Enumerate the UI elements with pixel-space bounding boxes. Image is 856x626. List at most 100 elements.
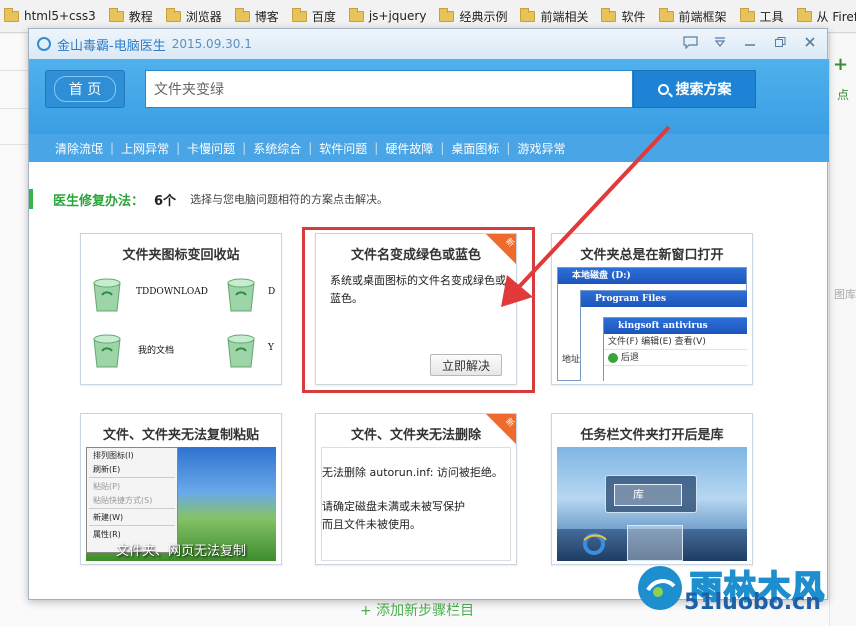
restore-icon[interactable] [771,33,789,51]
nav-separator: | [374,141,379,155]
folder-icon [234,7,250,22]
feedback-icon[interactable] [681,33,699,51]
context-menu-item[interactable]: 粘贴快捷方式(S) [87,493,177,507]
folder-icon [4,7,19,22]
error-line: 无法删除 autorun.inf: 访问被拒绝。 [322,466,503,479]
folder-taskbar-button[interactable] [627,525,683,561]
menu-bar: 文件(F) 编辑(E) 查看(V) [604,334,747,350]
bookmark-item[interactable]: 教程 [108,7,153,25]
solution-card[interactable]: 文件夹图标变回收站 TDDOWNLOAD D 我的文档 Y [80,233,282,385]
taskbar-preview: 库 [605,475,697,513]
bookmark-item[interactable]: html5+css3 [4,7,96,23]
fix-description: 选择与您电脑问题相符的方案点击解决。 [190,193,389,206]
context-menu-item[interactable]: 粘贴(P) [87,479,177,493]
menu-item[interactable]: 编辑(E) [641,337,672,347]
home-button[interactable]: 首 页 [45,70,125,108]
add-step-link[interactable]: + 添加新步骤栏目 [360,600,474,620]
bookmark-label: 百度 [311,9,336,24]
bookmark-label: 前端相关 [540,9,589,24]
close-icon[interactable] [801,33,819,51]
divider [0,144,28,145]
solve-now-button[interactable]: 立即解决 [430,354,502,376]
search-header: 首 页 搜索方案 [29,59,829,134]
file-label: 我的文档 [138,346,175,356]
card-title: 文件夹图标变回收站 [122,248,240,263]
card-preview: 排列图标(I) 刷新(E) 粘贴(P) 粘贴快捷方式(S) 新建(W) 属性(R… [86,447,276,561]
minimize-icon[interactable] [741,33,759,51]
bookmark-item[interactable]: 前端框架 [658,7,727,25]
divider [0,108,28,109]
bookmark-item[interactable]: 百度 [291,7,336,25]
divider [0,70,28,71]
window-title: kingsoft antivirus [604,318,747,334]
bookmark-label: 前端框架 [678,9,727,24]
title-bar: 金山毒霸-电脑医生 2015.09.30.1 [29,29,827,59]
folder-icon [796,7,812,22]
nav-separator: | [110,141,115,155]
file-label: D [268,287,276,297]
back-label[interactable]: 后退 [621,353,639,363]
bookmark-label: html5+css3 [24,9,96,23]
nav-separator: | [440,141,445,155]
file-label: TDDOWNLOAD [136,287,209,297]
back-icon[interactable] [608,352,618,363]
bookmark-item[interactable]: js+jquery [348,7,427,23]
solution-card[interactable]: 文件夹总是在新窗口打开 本地磁盘 (D:) Program Files king… [551,233,753,385]
nav-item[interactable]: 桌面图标 [451,140,499,157]
search-input[interactable] [145,70,633,108]
bookmark-item[interactable]: 经典示例 [439,7,507,25]
context-menu-item[interactable]: 新建(W) [87,510,177,524]
context-menu-item[interactable]: 刷新(E) [87,462,177,476]
nav-item[interactable]: 清除流氓 [55,140,103,157]
menu-icon[interactable] [711,33,729,51]
context-menu-item[interactable]: 属性(R) [87,527,177,541]
card-title: 文件、文件夹无法复制粘贴 [102,428,259,443]
app-logo-icon [37,37,51,51]
card-title: 文件、文件夹无法删除 [350,428,481,443]
nav-separator: | [176,141,181,155]
bookmark-item[interactable]: 前端相关 [520,7,589,25]
home-label: 首 页 [53,76,117,102]
nav-item[interactable]: 游戏异常 [517,140,565,157]
solution-card[interactable]: 新 文件名变成绿色或蓝色 系统或桌面图标的文件名变成绿色或蓝色。 立即解决 [315,233,517,385]
bookmark-label: 博客 [254,9,279,24]
nav-item[interactable]: 系统综合 [253,140,301,157]
nav-item[interactable]: 硬件故障 [385,140,433,157]
folder-icon [739,7,755,22]
bookmark-item[interactable]: 浏览器 [165,7,222,25]
card-title: 任务栏文件夹打开后是库 [580,428,724,443]
menu-item[interactable]: 查看(V) [675,337,706,347]
app-version: 2015.09.30.1 [171,37,252,51]
plus-icon[interactable]: + [833,54,848,75]
watermark-logo-icon [638,566,682,610]
bookmark-label: js+jquery [368,9,427,23]
nav-item[interactable]: 卡慢问题 [187,140,235,157]
recycle-bin-icon [93,278,121,312]
solution-card[interactable]: 新 文件、文件夹无法删除 无法删除 autorun.inf: 访问被拒绝。 请确… [315,413,517,565]
explorer-window: kingsoft antivirus 文件(F) 编辑(E) 查看(V) 后退 [603,317,747,381]
solution-card[interactable]: 文件、文件夹无法复制粘贴 排列图标(I) 刷新(E) 粘贴(P) 粘贴快捷方式(… [80,413,282,565]
address-label: 地址 [562,355,581,365]
search-button[interactable]: 搜索方案 [633,70,756,108]
folder-icon [165,7,181,22]
bookmark-item[interactable]: 软件 [601,7,646,25]
folder-icon [439,7,455,22]
doctor-dialog: 金山毒霸-电脑医生 2015.09.30.1 首 页 搜索方案 清除流氓 | [28,28,829,600]
bookmark-item[interactable]: 从 Firef [796,7,856,25]
background-right-panel [829,34,856,626]
folder-icon [658,7,674,22]
error-line: 请确定磁盘未满或未被写保护 [322,500,465,513]
solution-card[interactable]: 任务栏文件夹打开后是库 库 [551,413,753,565]
recycle-bin-icon [93,334,121,368]
context-menu-item[interactable]: 排列图标(I) [87,448,177,462]
nav-item[interactable]: 上网异常 [121,140,169,157]
bookmark-item[interactable]: 工具 [739,7,784,25]
nav-item[interactable]: 软件问题 [319,140,367,157]
bookmark-item[interactable]: 博客 [234,7,279,25]
menu-item[interactable]: 文件(F) [608,337,638,347]
background-label: 点 [837,88,850,102]
card-title: 文件名变成绿色或蓝色 [350,248,481,263]
library-label: 库 [633,488,644,501]
nav-separator: | [308,141,313,155]
folder-icon [601,7,617,22]
